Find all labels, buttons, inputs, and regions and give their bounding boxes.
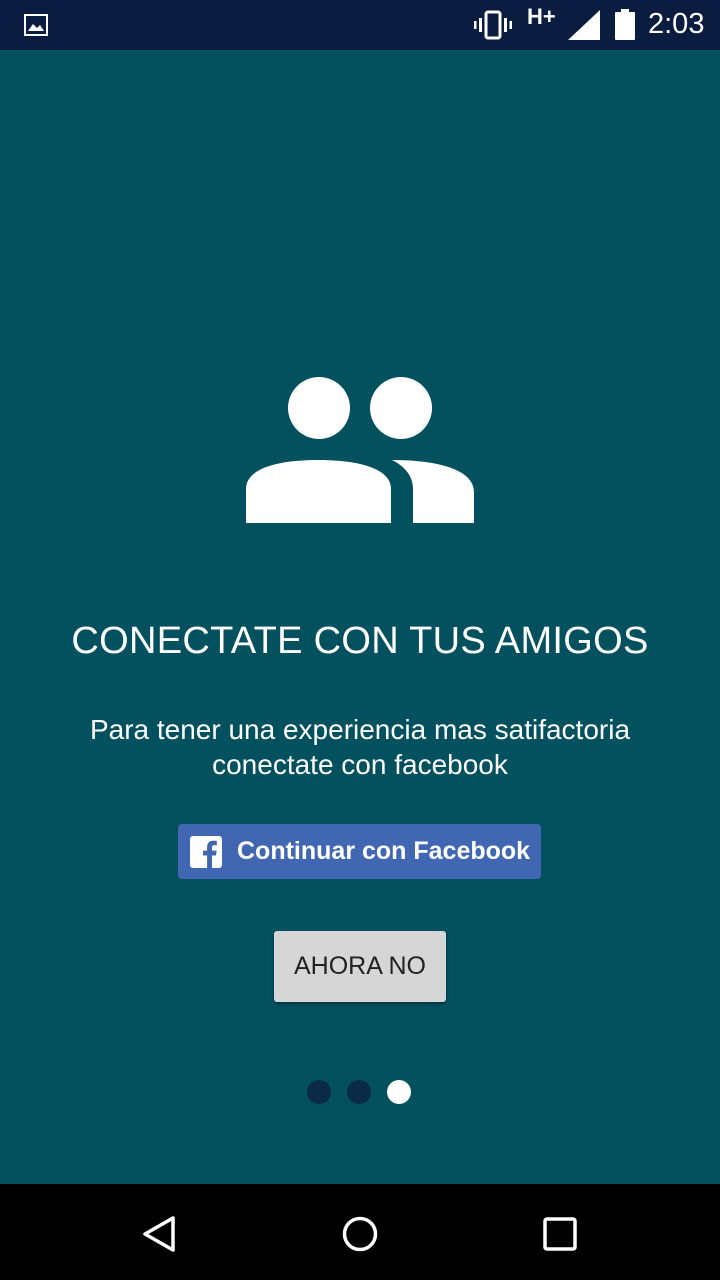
page-indicator — [307, 1080, 411, 1104]
navigation-bar — [0, 1184, 720, 1280]
home-icon[interactable] — [340, 1214, 380, 1254]
subtitle-line-1: Para tener una experiencia mas satifacto… — [89, 714, 631, 745]
gallery-icon — [24, 14, 48, 41]
onboarding-screen: H+ 2:03 CONECTATE CON TUS AMIGOS Para te… — [0, 0, 720, 1280]
network-type-label: H+ — [527, 4, 556, 29]
onboarding-title: CONECTATE CON TUS AMIGOS — [71, 620, 649, 662]
subtitle-line-2: conectate con facebook — [212, 749, 508, 780]
battery-icon — [615, 9, 635, 45]
page-dot-1 — [307, 1080, 331, 1104]
facebook-icon — [190, 835, 222, 868]
signal-icon — [568, 10, 600, 45]
onboarding-subtitle: Para tener una experiencia mas satifacto… — [40, 712, 680, 782]
people-icon — [246, 377, 474, 523]
clock: 2:03 — [648, 8, 705, 40]
page-dot-2 — [347, 1080, 371, 1104]
status-bar: H+ 2:03 — [0, 0, 720, 50]
continue-with-facebook-button[interactable]: Continuar con Facebook — [178, 824, 541, 879]
page-dot-3 — [387, 1080, 411, 1104]
facebook-button-label: Continuar con Facebook — [237, 837, 531, 865]
not-now-button[interactable]: AHORA NO — [274, 931, 446, 1002]
recents-icon[interactable] — [540, 1214, 580, 1254]
vibrate-icon — [474, 10, 512, 45]
back-icon[interactable] — [139, 1214, 179, 1254]
